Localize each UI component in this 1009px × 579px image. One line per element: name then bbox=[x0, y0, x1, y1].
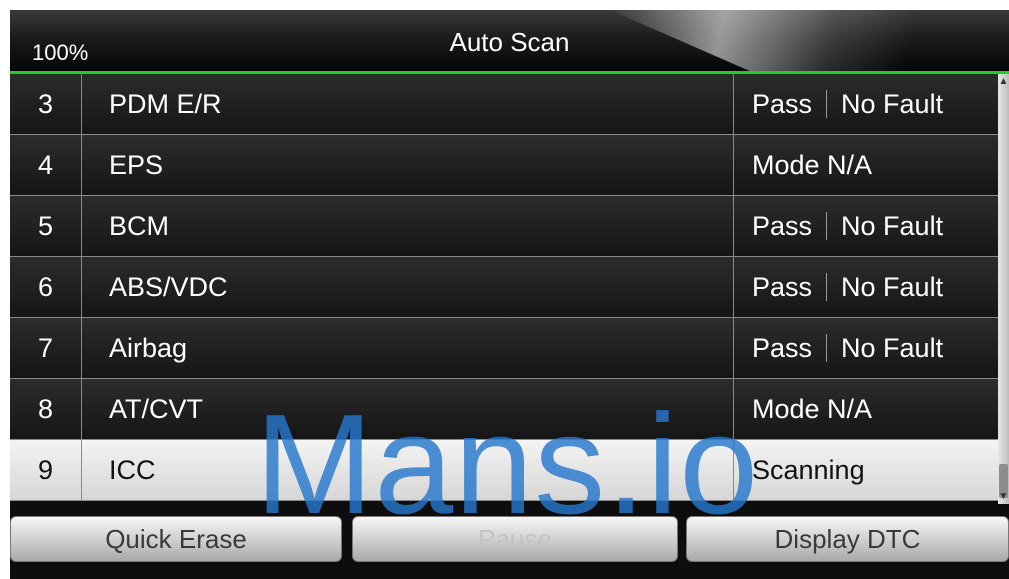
button-bar: Quick Erase Pause Display DTC bbox=[10, 504, 1009, 579]
status-text: Mode N/A bbox=[752, 393, 873, 424]
table-row[interactable]: 3 PDM E/R Pass No Fault bbox=[10, 74, 998, 135]
row-number: 7 bbox=[10, 318, 82, 378]
scan-status: Mode N/A bbox=[734, 135, 998, 195]
table-row-selected[interactable]: 9 ICC Scanning bbox=[10, 440, 998, 501]
status-text: Pass bbox=[752, 332, 813, 363]
table-row[interactable]: 4 EPS Mode N/A bbox=[10, 135, 998, 196]
module-name: ABS/VDC bbox=[82, 257, 734, 317]
fault-text: No Fault bbox=[841, 210, 944, 241]
status-text: Pass bbox=[752, 88, 813, 119]
table-row[interactable]: 6 ABS/VDC Pass No Fault bbox=[10, 257, 998, 318]
scrollbar[interactable]: ▲ ▼ bbox=[998, 74, 1009, 504]
row-number: 9 bbox=[10, 440, 82, 500]
row-number: 4 bbox=[10, 135, 82, 195]
quick-erase-button[interactable]: Quick Erase bbox=[10, 516, 342, 562]
scan-status: Pass No Fault bbox=[734, 257, 998, 317]
status-text: Pass bbox=[752, 271, 813, 302]
module-name: Airbag bbox=[82, 318, 734, 378]
status-separator bbox=[826, 334, 828, 362]
status-text: Pass bbox=[752, 210, 813, 241]
page-title: Auto Scan bbox=[449, 27, 570, 57]
table-row[interactable]: 7 Airbag Pass No Fault bbox=[10, 318, 998, 379]
status-separator bbox=[826, 273, 828, 301]
module-name: ICC bbox=[82, 440, 734, 500]
scan-status: Pass No Fault bbox=[734, 74, 998, 134]
scroll-up-icon[interactable]: ▲ bbox=[998, 76, 1009, 87]
module-table: 3 PDM E/R Pass No Fault 4 EPS Mode N/A 5… bbox=[10, 74, 998, 501]
row-number: 8 bbox=[10, 379, 82, 439]
module-name: AT/CVT bbox=[82, 379, 734, 439]
scan-status: Mode N/A bbox=[734, 379, 998, 439]
status-text: Scanning bbox=[752, 454, 865, 485]
fault-text: No Fault bbox=[841, 88, 944, 119]
module-name: BCM bbox=[82, 196, 734, 256]
scan-screen: 100% Auto Scan 3 PDM E/R Pass No Fault 4… bbox=[10, 10, 1009, 579]
header-bar: 100% Auto Scan bbox=[10, 10, 1009, 71]
fault-text: No Fault bbox=[841, 271, 944, 302]
status-separator bbox=[826, 212, 828, 240]
status-text: Mode N/A bbox=[752, 149, 873, 180]
status-separator bbox=[826, 90, 828, 118]
table-row[interactable]: 5 BCM Pass No Fault bbox=[10, 196, 998, 257]
row-number: 6 bbox=[10, 257, 82, 317]
row-number: 5 bbox=[10, 196, 82, 256]
scroll-down-icon[interactable]: ▼ bbox=[998, 491, 1009, 502]
scan-status: Pass No Fault bbox=[734, 318, 998, 378]
scan-status: Scanning bbox=[734, 440, 998, 500]
table-row[interactable]: 8 AT/CVT Mode N/A bbox=[10, 379, 998, 440]
scan-status: Pass No Fault bbox=[734, 196, 998, 256]
row-number: 3 bbox=[10, 74, 82, 134]
module-name: PDM E/R bbox=[82, 74, 734, 134]
display-dtc-button[interactable]: Display DTC bbox=[686, 516, 1009, 562]
pause-button[interactable]: Pause bbox=[352, 516, 678, 562]
fault-text: No Fault bbox=[841, 332, 944, 363]
module-name: EPS bbox=[82, 135, 734, 195]
